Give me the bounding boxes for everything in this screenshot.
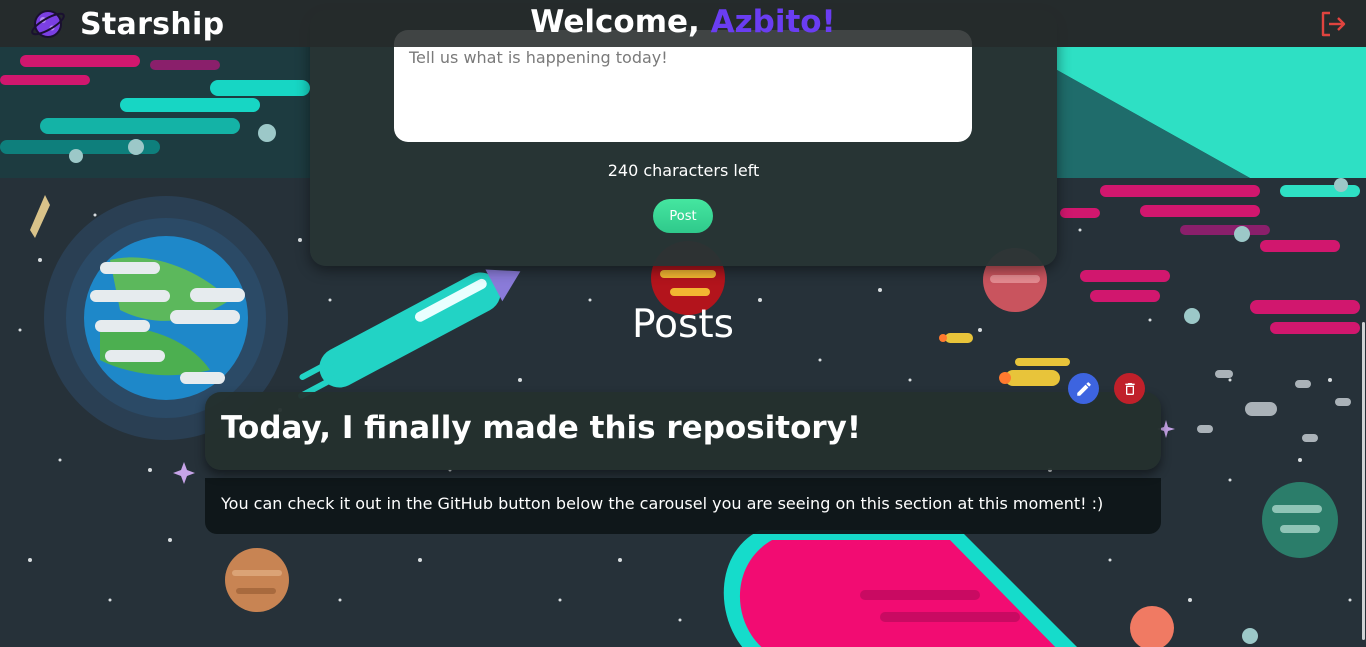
green-planet — [1262, 482, 1338, 558]
edit-post-button[interactable] — [1068, 373, 1099, 404]
welcome-title: Welcome, Azbito! — [0, 4, 1366, 40]
nebula-top-left — [0, 47, 310, 178]
logout-icon[interactable] — [1318, 9, 1348, 39]
username: Azbito! — [710, 4, 836, 40]
trash-icon — [1124, 382, 1135, 395]
post-composer: 240 characters left Post — [310, 10, 1057, 266]
top-navbar: Starship Welcome, Azbito! — [0, 0, 1366, 47]
posts-heading: Posts — [632, 302, 734, 347]
scrollbar-thumb[interactable] — [1362, 322, 1365, 640]
post-body: You can check it out in the GitHub butto… — [205, 478, 1161, 534]
pencil-icon — [1076, 381, 1091, 396]
post-button[interactable]: Post — [653, 199, 713, 233]
post-card: Today, I finally made this repository! Y… — [205, 392, 1161, 534]
post-title: Today, I finally made this repository! — [221, 410, 862, 446]
orange-planet — [225, 548, 289, 612]
delete-post-button[interactable] — [1114, 373, 1145, 404]
character-counter: 240 characters left — [607, 161, 760, 180]
post-header: Today, I finally made this repository! — [205, 392, 1161, 470]
welcome-prefix: Welcome, — [530, 4, 711, 40]
